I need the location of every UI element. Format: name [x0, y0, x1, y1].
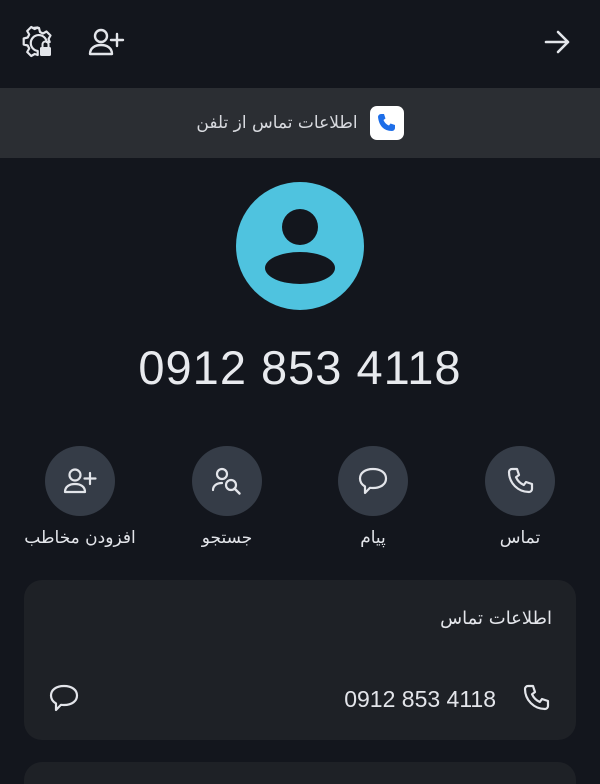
call-icon	[523, 684, 550, 711]
action-label: تماس	[499, 528, 541, 548]
banner-text: اطلاعات تماس از تلفن	[196, 113, 358, 133]
arrow-right-icon	[544, 30, 570, 54]
card-phone-number[interactable]: 0912 853 4118	[344, 686, 496, 713]
person-silhouette-icon	[265, 209, 335, 284]
avatar	[236, 182, 364, 310]
add-contact-action[interactable]: افزودن مخاطب	[10, 446, 150, 556]
card-message-button[interactable]	[44, 678, 84, 718]
phone-app-icon	[369, 106, 404, 140]
add-contact-top-button[interactable]	[84, 20, 128, 64]
message-action[interactable]: پیام	[303, 446, 443, 556]
search-action[interactable]: جستجو	[157, 446, 297, 556]
search-person-icon	[211, 467, 241, 495]
add-contact-icon	[63, 468, 97, 494]
action-label: افزودن مخاطب	[24, 528, 136, 548]
back-button[interactable]	[536, 20, 580, 64]
message-icon	[49, 684, 79, 712]
message-icon	[358, 467, 388, 495]
card-title: اطلاعات تماس	[440, 608, 552, 629]
add-person-icon	[88, 28, 125, 56]
secondary-card	[24, 762, 576, 784]
contact-info-card: اطلاعات تماس 0912 853 4118	[24, 580, 576, 740]
call-icon	[507, 467, 534, 494]
settings-button[interactable]	[14, 20, 58, 64]
contact-phone-title: 0912 853 4118	[138, 341, 462, 394]
call-action[interactable]: تماس	[450, 446, 590, 556]
source-banner: اطلاعات تماس از تلفن	[0, 88, 600, 158]
action-label: پیام	[360, 528, 386, 548]
card-call-button[interactable]	[516, 678, 556, 718]
settings-lock-icon	[22, 25, 52, 58]
action-label: جستجو	[201, 528, 253, 548]
contact-detail-screen: اطلاعات تماس از تلفن 0912 853 4118 افزود…	[0, 0, 600, 784]
top-app-bar	[0, 0, 600, 84]
